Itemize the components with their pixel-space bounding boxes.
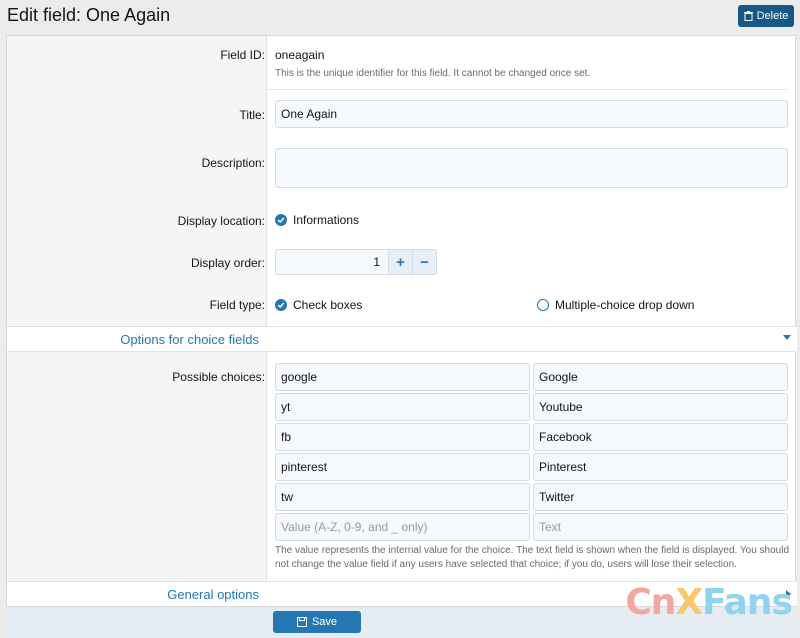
choice-options-section-header[interactable]: Options for choice fields	[7, 326, 797, 352]
delete-button[interactable]: Delete	[738, 5, 794, 27]
description-label: Description:	[201, 156, 265, 170]
choice-value-input[interactable]: google	[275, 363, 530, 391]
save-button[interactable]: Save	[273, 611, 361, 633]
save-button-label: Save	[311, 616, 338, 628]
radio-checked-icon	[275, 299, 287, 311]
section-title: General options	[167, 587, 259, 602]
new-choice-value-input[interactable]: Value (A-Z, 0-9, and _ only)	[275, 513, 530, 541]
save-icon	[296, 617, 307, 627]
display-location-label: Display location:	[177, 214, 265, 228]
possible-choices-label: Possible choices:	[172, 370, 265, 384]
divider	[267, 89, 787, 90]
choice-value-input[interactable]: pinterest	[275, 453, 530, 481]
choice-text-input[interactable]: Youtube	[533, 393, 788, 421]
field-type-option-label: Check boxes	[293, 298, 363, 312]
choice-text-input[interactable]: Twitter	[533, 483, 788, 511]
section-title: Options for choice fields	[120, 332, 259, 347]
delete-button-label: Delete	[756, 10, 789, 22]
field-type-label: Field type:	[209, 298, 265, 312]
display-order-stepper[interactable]: 1 + −	[275, 249, 437, 275]
page-title: Edit field: One Again	[7, 5, 171, 25]
checkbox-checked-icon	[275, 214, 287, 226]
possible-choices-hint: The value represents the internal value …	[275, 545, 790, 570]
display-order-value[interactable]: 1	[276, 250, 388, 274]
title-input[interactable]: One Again	[275, 100, 788, 128]
field-type-option-label: Multiple-choice drop down	[555, 298, 695, 312]
edit-field-form: Field ID: oneagain This is the unique id…	[6, 35, 797, 638]
choice-value-input[interactable]: fb	[275, 423, 530, 451]
field-type-dropdown-option[interactable]: Multiple-choice drop down	[537, 298, 694, 312]
title-label: Title:	[239, 108, 265, 122]
display-order-label: Display order:	[190, 256, 265, 270]
field-id-hint: This is the unique identifier for this f…	[275, 68, 591, 79]
description-textarea[interactable]	[275, 148, 788, 188]
page-header: Edit field: One Again Delete	[0, 0, 800, 34]
display-location-option-label: Informations	[293, 213, 360, 227]
display-location-option[interactable]: Informations	[275, 213, 359, 227]
decrement-button[interactable]: −	[412, 250, 436, 274]
trash-icon	[743, 11, 753, 21]
watermark-logo: Cn X Fans	[625, 582, 793, 623]
new-choice-text-input[interactable]: Text	[533, 513, 788, 541]
choice-text-input[interactable]: Facebook	[533, 423, 788, 451]
choice-text-input[interactable]: Google	[533, 363, 788, 391]
choice-value-input[interactable]: tw	[275, 483, 530, 511]
radio-unchecked-icon	[537, 299, 549, 311]
field-id-label: Field ID:	[220, 48, 265, 62]
choice-text-input[interactable]: Pinterest	[533, 453, 788, 481]
field-id-value: oneagain	[275, 48, 325, 62]
increment-button[interactable]: +	[388, 250, 412, 274]
field-type-checkboxes-option[interactable]: Check boxes	[275, 298, 362, 312]
chevron-down-icon[interactable]	[783, 335, 791, 340]
choice-value-input[interactable]: yt	[275, 393, 530, 421]
